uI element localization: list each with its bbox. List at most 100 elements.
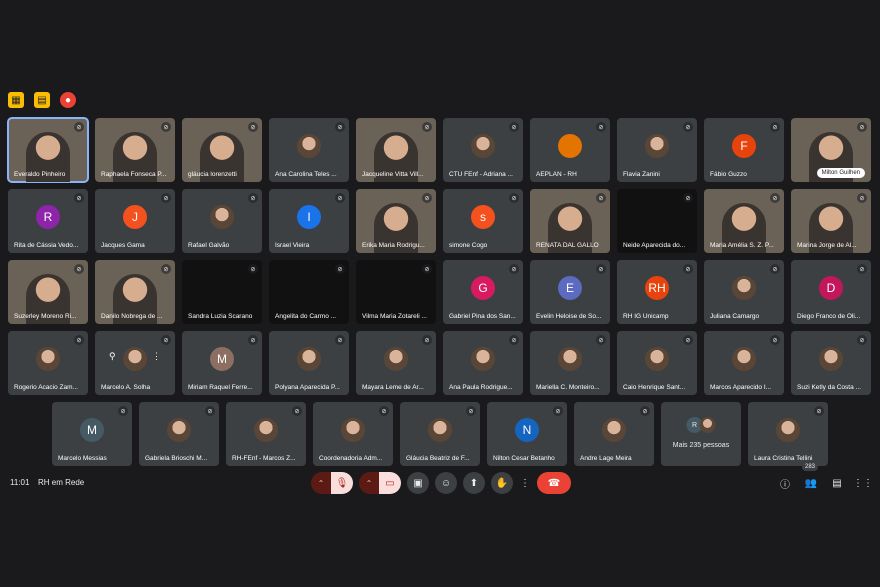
more-vert-icon[interactable]: ⋮ <box>152 351 161 362</box>
participant-tile[interactable]: ⊘ RENATA DAL GALLO <box>530 189 610 253</box>
participant-tile[interactable]: ⊘ Rafael Galvão <box>182 189 262 253</box>
participant-tile[interactable]: M ⊘ Marcelo Messias <box>52 402 132 466</box>
participant-name: Danilo Nobrega de ... <box>101 313 163 320</box>
participant-tile[interactable]: ⊘ Jacqueline Vitta Vill... <box>356 118 436 182</box>
participant-tile[interactable]: R Mais 235 pessoas <box>661 402 741 466</box>
mic-muted-icon: ⊘ <box>335 335 345 345</box>
participant-tile[interactable]: ⊘ Milton Guilhen <box>791 118 871 182</box>
people-icon[interactable]: 👥 283 <box>802 463 819 490</box>
participant-tile[interactable]: ⊘ Mayara Leme de Ar... <box>356 331 436 395</box>
meeting-clock: 11:01 <box>10 478 30 487</box>
info-icon[interactable]: ⓘ <box>778 476 792 491</box>
participant-tile[interactable]: ⊘ gláucia lorenzetti <box>182 118 262 182</box>
mic-muted-icon: ⊘ <box>814 406 824 416</box>
participant-tile[interactable]: ⊘ Juliana Camargo <box>704 260 784 324</box>
participant-tile[interactable]: ⊘ Marcos Aparecido I... <box>704 331 784 395</box>
participant-tile[interactable]: ⊘ Marina Jorge de Al... <box>791 189 871 253</box>
avatar: E <box>558 276 582 301</box>
mic-muted-icon: ⊘ <box>335 122 345 132</box>
participant-name: Suzi Ketly da Costa ... <box>797 384 861 391</box>
participant-tile[interactable]: ⊘ Coordenadoria Adm... <box>313 402 393 466</box>
camera-off-button[interactable]: ▭ <box>379 472 401 494</box>
participant-tile[interactable]: ⊘ Gabriela Brioschi M... <box>139 402 219 466</box>
participant-name: CTU FEnf - Adriana ... <box>449 171 513 178</box>
mic-muted-icon: ⊘ <box>422 193 432 203</box>
participant-tile[interactable]: ⊘ Flavia Zanini <box>617 118 697 182</box>
participant-tile[interactable]: s ⊘ simone Cogo <box>443 189 523 253</box>
present-button[interactable]: ⬆ <box>463 472 485 494</box>
avatar <box>167 418 191 443</box>
avatar: N <box>515 418 539 443</box>
record-icon[interactable]: ● <box>60 92 76 108</box>
participant-name: Gabriela Brioschi M... <box>145 455 208 462</box>
participant-tile[interactable]: D ⊘ Diego Franco de Oli... <box>791 260 871 324</box>
raise-hand-button[interactable]: ✋ <box>491 472 513 494</box>
participant-tile[interactable]: N ⊘ Nilton Cesar Betanho <box>487 402 567 466</box>
avatar <box>776 418 800 443</box>
mic-muted-icon: ⊘ <box>161 335 171 345</box>
avatar <box>732 276 756 301</box>
mic-muted-icon: ⊘ <box>74 264 84 274</box>
participant-tile[interactable]: ⊘ Ana Carolina Teles ... <box>269 118 349 182</box>
activities-icon[interactable]: ⋮⋮ <box>853 476 873 490</box>
mic-muted-icon: ⊘ <box>770 335 780 345</box>
participant-tile[interactable]: J ⊘ Jacques Gama <box>95 189 175 253</box>
participant-tile[interactable]: ⊘ Raphaela Fonseca P... <box>95 118 175 182</box>
participant-tile[interactable]: ⊘ CTU FEnf - Adriana ... <box>443 118 523 182</box>
participant-tile[interactable]: RH ⊘ RH IG Unicamp <box>617 260 697 324</box>
participant-tile[interactable]: M ⊘ Miriam Raquel Ferre... <box>182 331 262 395</box>
participant-tile[interactable]: ⊘ AEPLAN - RH <box>530 118 610 182</box>
camera-options-chevron-icon[interactable]: ⌃ <box>359 472 379 494</box>
tile-hover-controls: ⚲ ⋮ <box>109 351 161 362</box>
participant-tile[interactable]: ⊘ Mariella C. Monteiro... <box>530 331 610 395</box>
emoji-button[interactable]: ☺ <box>435 472 457 494</box>
participant-name: simone Cogo <box>449 242 488 249</box>
mic-muted-icon: ⊘ <box>770 193 780 203</box>
mic-muted-icon: ⊘ <box>335 264 345 274</box>
participant-tile[interactable]: ⊘ Caio Henrique Sant... <box>617 331 697 395</box>
slides-off-icon[interactable]: ▦ <box>8 92 24 108</box>
participant-name: Flavia Zanini <box>623 171 660 178</box>
mic-muted-icon: ⊘ <box>857 335 867 345</box>
participant-tile[interactable]: F ⊘ Fábio Guzzo <box>704 118 784 182</box>
participant-tile[interactable]: ⊘ Neide Aparecida do... <box>617 189 697 253</box>
participant-tile[interactable]: ⊘ Ana Paula Rodrigue... <box>443 331 523 395</box>
mic-options-chevron-icon[interactable]: ⌃ <box>311 472 331 494</box>
participant-tile[interactable]: ⊘ Gláucia Beatriz de F... <box>400 402 480 466</box>
participant-tile[interactable]: ⊘ Suzerley Moreno Ri... <box>8 260 88 324</box>
participant-tile[interactable]: ⊘ Sandra Luzia Scarano <box>182 260 262 324</box>
participant-name: Raphaela Fonseca P... <box>101 171 167 178</box>
participant-name: Marcelo Messias <box>58 455 107 462</box>
participant-tile[interactable]: I ⊘ Israel Vieira <box>269 189 349 253</box>
participant-tile[interactable]: ⊘ Erika Maria Rodrigu... <box>356 189 436 253</box>
participant-name: Andre Lage Meira <box>580 455 632 462</box>
participant-tile[interactable]: ⚲ ⋮ ⊘ Marcelo A. Solha <box>95 331 175 395</box>
mic-off-button[interactable]: 🎙 <box>331 472 353 494</box>
participant-tile[interactable]: ⊘ Rogerio Acacio Zam... <box>8 331 88 395</box>
participant-tile[interactable]: ⊘ Danilo Nobrega de ... <box>95 260 175 324</box>
participant-tile[interactable]: ⊘ Polyana Aparecida P... <box>269 331 349 395</box>
participant-name: Fábio Guzzo <box>710 171 747 178</box>
participant-tile[interactable]: R ⊘ Rita de Cássia Vedo... <box>8 189 88 253</box>
leave-call-button[interactable]: ☎ <box>537 472 571 494</box>
participant-tile[interactable]: ⊘ Angelita do Carmo ... <box>269 260 349 324</box>
participant-tile[interactable]: ⊘ Laura Cristina Tellini <box>748 402 828 466</box>
mic-muted-icon: ⊘ <box>596 193 606 203</box>
chat-icon[interactable]: ▤ <box>830 476 844 490</box>
mic-muted-icon: ⊘ <box>509 264 519 274</box>
captions-button[interactable]: ▣ <box>407 472 429 494</box>
more-options-button[interactable]: ⋮ <box>519 472 531 494</box>
participant-tile[interactable]: ⊘ RH-FEnf - Marcos Z... <box>226 402 306 466</box>
participant-tile[interactable]: ⊘ Vilma Maria Zotareli ... <box>356 260 436 324</box>
participant-tile[interactable]: ⊘ Maria Amélia S. Z. P... <box>704 189 784 253</box>
avatar <box>602 418 626 443</box>
participant-tile[interactable]: ⊘ Suzi Ketly da Costa ... <box>791 331 871 395</box>
mic-muted-icon: ⊘ <box>74 193 84 203</box>
participant-tile[interactable]: E ⊘ Evelin Heloise de So... <box>530 260 610 324</box>
clipboard-icon[interactable]: ▤ <box>34 92 50 108</box>
participant-name: Diego Franco de Oli... <box>797 313 861 320</box>
participant-tile[interactable]: ⊘ Everaldo Pinheiro <box>7 117 89 183</box>
pin-icon[interactable]: ⚲ <box>109 351 116 362</box>
participant-tile[interactable]: ⊘ Andre Lage Meira <box>574 402 654 466</box>
participant-tile[interactable]: G ⊘ Gabriel Pina dos San... <box>443 260 523 324</box>
